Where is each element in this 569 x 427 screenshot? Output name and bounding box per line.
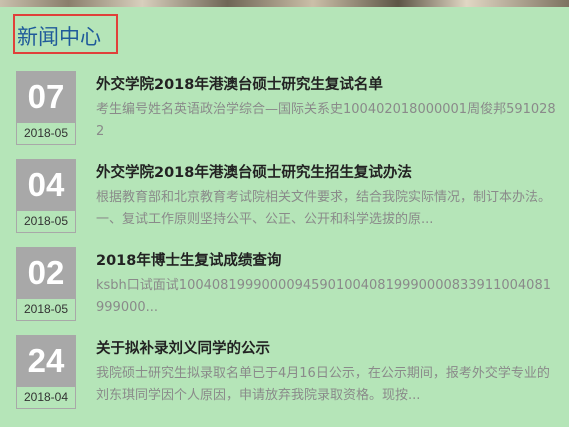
news-summary: ksbh口试面试10040819990000945901004081999000… — [96, 278, 551, 315]
date-badge[interactable]: 24 2018-04 — [16, 335, 76, 409]
date-month: 2018-05 — [16, 211, 76, 233]
news-item: 07 2018-05 外交学院2018年港澳台硕士研究生复试名单 考生编号姓名英… — [16, 71, 556, 149]
date-day: 04 — [16, 159, 76, 211]
news-item: 04 2018-05 外交学院2018年港澳台硕士研究生招生复试办法 根据教育部… — [16, 159, 556, 237]
date-month: 2018-05 — [16, 123, 76, 145]
date-day: 02 — [16, 247, 76, 299]
news-summary: 我院硕士研究生拟录取名单已于4月16日公示，在公示期间，报考外交学专业的刘东琪同… — [96, 366, 550, 403]
date-month: 2018-04 — [16, 387, 76, 409]
news-title-link[interactable]: 外交学院2018年港澳台硕士研究生复试名单 — [96, 75, 383, 95]
news-item: 02 2018-05 2018年博士生复试成绩查询 ksbh口试面试100408… — [16, 247, 556, 325]
news-title-link[interactable]: 外交学院2018年港澳台硕士研究生招生复试办法 — [96, 163, 412, 183]
news-item: 24 2018-04 关于拟补录刘义同学的公示 我院硕士研究生拟录取名单已于4月… — [16, 335, 556, 413]
date-day: 07 — [16, 71, 76, 123]
date-month: 2018-05 — [16, 299, 76, 321]
date-badge[interactable]: 07 2018-05 — [16, 71, 76, 145]
date-badge[interactable]: 04 2018-05 — [16, 159, 76, 233]
news-summary: 根据教育部和北京教育考试院相关文件要求，结合我院实际情况，制订本办法。一、复试工… — [96, 190, 552, 227]
news-list: 07 2018-05 外交学院2018年港澳台硕士研究生复试名单 考生编号姓名英… — [0, 0, 569, 427]
news-summary: 考生编号姓名英语政治学综合—国际关系史100402018000001周俊邦591… — [96, 102, 556, 139]
date-day: 24 — [16, 335, 76, 387]
news-title-link[interactable]: 关于拟补录刘义同学的公示 — [96, 339, 270, 359]
news-title-link[interactable]: 2018年博士生复试成绩查询 — [96, 251, 281, 271]
date-badge[interactable]: 02 2018-05 — [16, 247, 76, 321]
